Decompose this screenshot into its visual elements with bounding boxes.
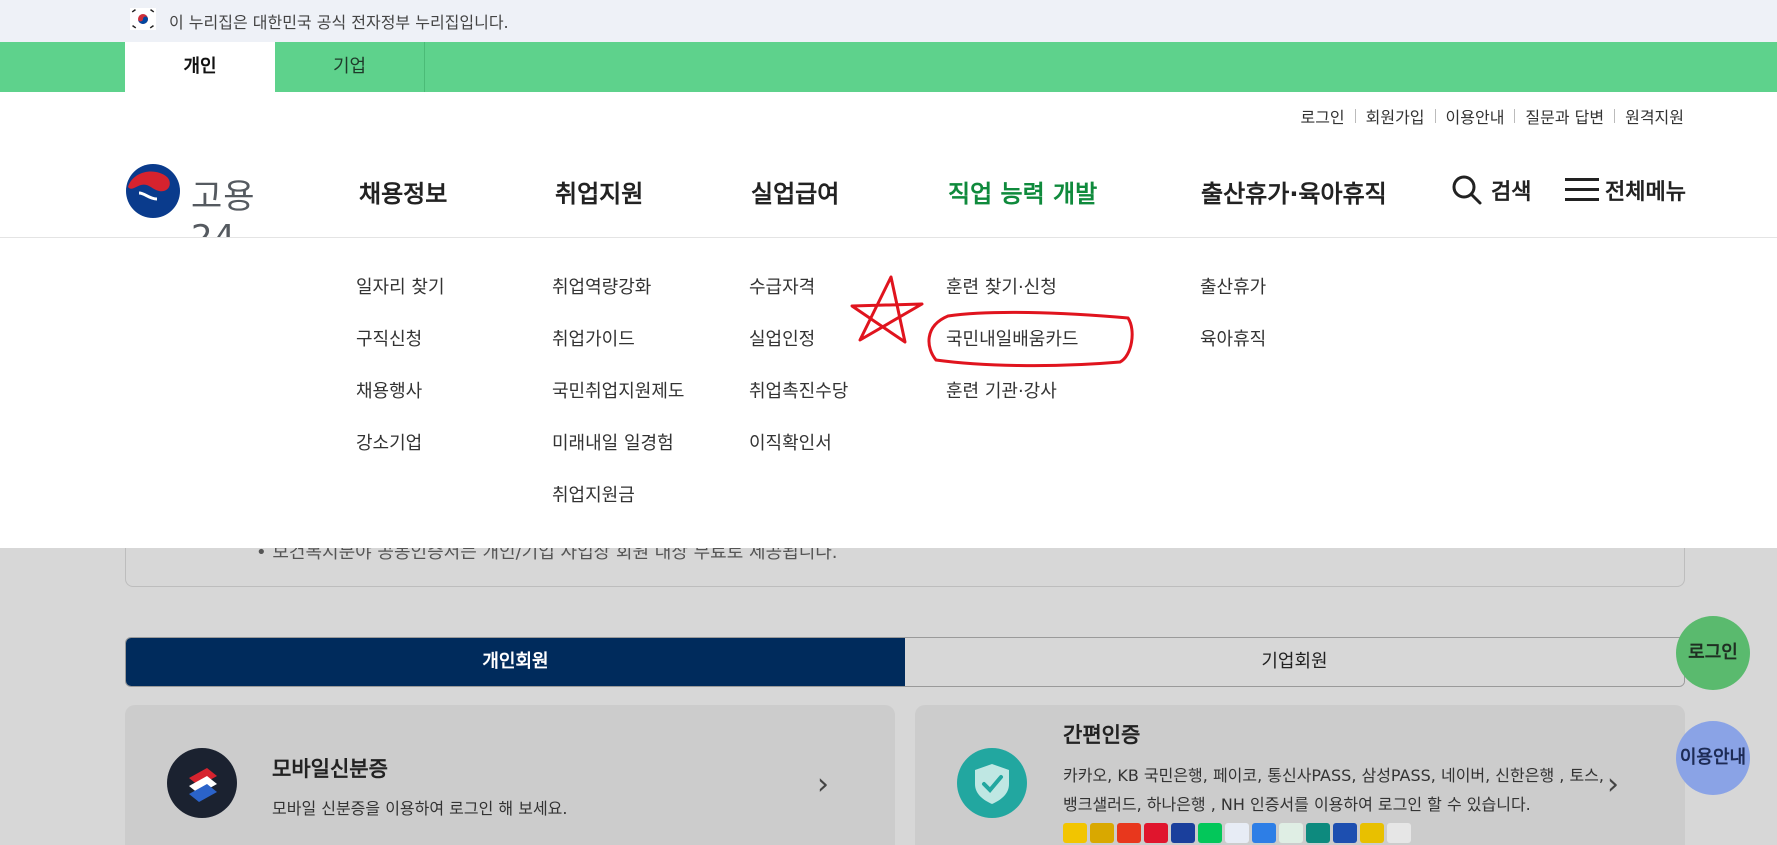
gov-banner-text: 이 누리집은 대한민국 공식 전자정부 누리집입니다. — [169, 13, 509, 32]
search-icon — [1452, 175, 1482, 205]
naver-icon — [1198, 823, 1222, 843]
banksalad-icon — [1279, 823, 1303, 843]
all-menu-button[interactable]: 전체메뉴 — [1565, 174, 1686, 206]
submenu-item-naeil-card[interactable]: 국민내일배움카드 — [946, 325, 1078, 351]
shield-check-icon — [957, 748, 1027, 818]
submenu-item[interactable]: 취업지원금 — [552, 481, 635, 507]
submenu-item[interactable]: 취업촉진수당 — [749, 377, 848, 403]
site-logo[interactable]: 고용24 — [125, 163, 295, 258]
member-type-bar: 개인 기업 — [0, 42, 1777, 92]
tab-personal-member[interactable]: 개인회원 — [126, 638, 905, 686]
gov-banner: 이 누리집은 대한민국 공식 전자정부 누리집입니다. — [0, 0, 1777, 42]
submenu-item[interactable]: 국민취업지원제도 — [552, 377, 684, 403]
submenu-item[interactable]: 미래내일 일경험 — [552, 429, 674, 455]
submenu-item[interactable]: 훈련 찾기·신청 — [946, 273, 1057, 299]
pass-icon — [1144, 823, 1168, 843]
tab-business-member[interactable]: 기업회원 — [905, 638, 1684, 686]
shinhan-icon — [1225, 823, 1249, 843]
samsung-pass-icon — [1171, 823, 1195, 843]
nh-icon — [1333, 823, 1357, 843]
gnb-maternity-leave[interactable]: 출산휴가·육아휴직 — [1201, 174, 1387, 209]
submenu-item[interactable]: 취업역량강화 — [552, 273, 651, 299]
search-label: 검색 — [1491, 180, 1532, 205]
mobile-id-card[interactable]: 모바일신분증 모바일 신분증을 이용하여 로그인 해 보세요. › — [125, 705, 895, 845]
gnb-unemployment-benefit[interactable]: 실업급여 — [751, 174, 839, 209]
utility-links: 로그인 회원가입 이용안내 질문과 답변 원격지원 — [1290, 104, 1684, 128]
hana-icon — [1306, 823, 1330, 843]
submenu-item[interactable]: 훈련 기관·강사 — [946, 377, 1057, 403]
submenu-item[interactable]: 수급자격 — [749, 273, 815, 299]
mobile-id-icon — [167, 748, 237, 818]
tab-personal[interactable]: 개인 — [125, 42, 275, 92]
chevron-right-icon: › — [817, 767, 829, 802]
kakao-icon — [1063, 823, 1087, 843]
hamburger-icon — [1565, 178, 1599, 201]
submenu-item[interactable]: 육아휴직 — [1200, 325, 1266, 351]
submenu-item[interactable]: 일자리 찾기 — [356, 273, 445, 299]
search-button[interactable]: 검색 — [1451, 174, 1531, 206]
guide-link[interactable]: 이용안내 — [1436, 104, 1515, 128]
bank-b-icon — [1360, 823, 1384, 843]
floating-guide-label-1: 이용 — [1679, 747, 1713, 768]
submenu-item[interactable]: 실업인정 — [749, 325, 815, 351]
mega-menu: 일자리 찾기 구직신청 채용행사 강소기업 취업역량강화 취업가이드 국민취업지… — [0, 238, 1777, 548]
card-title: 모바일신분증 — [272, 757, 388, 781]
submenu-item[interactable]: 구직신청 — [356, 325, 422, 351]
login-type-tabs: 개인회원 기업회원 — [125, 637, 1685, 687]
login-link[interactable]: 로그인 — [1290, 104, 1354, 128]
submenu-item[interactable]: 채용행사 — [356, 377, 422, 403]
submenu-item[interactable]: 이직확인서 — [749, 429, 832, 455]
won-icon — [1387, 823, 1411, 843]
card-desc: 모바일 신분증을 이용하여 로그인 해 보세요. — [272, 799, 568, 818]
submenu-item[interactable]: 취업가이드 — [552, 325, 635, 351]
gnb-recruit-info[interactable]: 채용정보 — [359, 174, 447, 209]
cert-provider-icons — [1063, 823, 1411, 843]
gnb-vocational-training[interactable]: 직업 능력 개발 — [948, 174, 1097, 209]
card-desc-line2: 뱅크샐러드, 하나은행 , NH 인증서를 이용하여 로그인 할 수 있습니다. — [1063, 795, 1531, 814]
floating-guide-button[interactable]: 이용 안내 — [1676, 721, 1750, 795]
payco-icon — [1117, 823, 1141, 843]
chevron-right-icon: › — [1607, 767, 1619, 802]
tab-business[interactable]: 기업 — [275, 42, 425, 92]
toss-icon — [1252, 823, 1276, 843]
qna-link[interactable]: 질문과 답변 — [1515, 104, 1614, 128]
floating-guide-label-2: 안내 — [1713, 747, 1747, 768]
simple-auth-card[interactable]: 간편인증 카카오, KB 국민은행, 페이코, 통신사PASS, 삼성PASS,… — [915, 705, 1685, 845]
remote-support-link[interactable]: 원격지원 — [1615, 104, 1684, 128]
submenu-item[interactable]: 출산휴가 — [1200, 273, 1266, 299]
kb-icon — [1090, 823, 1114, 843]
taeguk-logo-icon — [126, 164, 180, 218]
card-desc-line1: 카카오, KB 국민은행, 페이코, 통신사PASS, 삼성PASS, 네이버,… — [1063, 766, 1604, 785]
all-menu-label: 전체메뉴 — [1605, 180, 1686, 205]
floating-login-button[interactable]: 로그인 — [1676, 616, 1750, 690]
submenu-item[interactable]: 강소기업 — [356, 429, 422, 455]
signup-link[interactable]: 회원가입 — [1356, 104, 1435, 128]
card-title: 간편인증 — [1063, 723, 1141, 747]
korea-flag-icon — [130, 8, 156, 30]
gnb-employment-support[interactable]: 취업지원 — [555, 174, 643, 209]
